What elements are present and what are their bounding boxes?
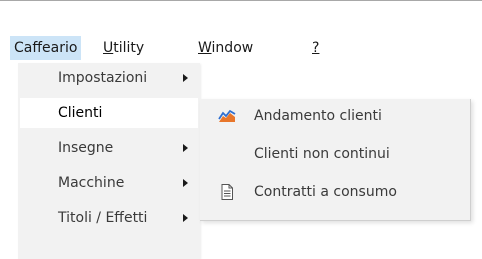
menu-window-label-rest: indow bbox=[211, 40, 254, 56]
document-icon bbox=[221, 184, 233, 200]
submenu-item-label: Contratti a consumo bbox=[254, 184, 397, 200]
submenu-item-label: Andamento clienti bbox=[254, 108, 382, 124]
dropdown-item-label: Insegne bbox=[58, 140, 114, 156]
clienti-submenu: Andamento clienti Clienti non continui C… bbox=[200, 99, 471, 221]
caffeario-dropdown-menu: Impostazioni Clienti Insegne Macchine Ti… bbox=[18, 63, 200, 259]
dropdown-item-macchine[interactable]: Macchine bbox=[20, 168, 198, 198]
dropdown-item-label: Titoli / Effetti bbox=[58, 210, 148, 226]
dropdown-item-clienti[interactable]: Clienti bbox=[20, 98, 198, 128]
dropdown-item-label: Impostazioni bbox=[58, 70, 148, 86]
dropdown-item-impostazioni[interactable]: Impostazioni bbox=[20, 63, 198, 93]
submenu-arrow-icon bbox=[183, 74, 188, 82]
submenu-item-label: Clienti non continui bbox=[254, 146, 390, 162]
menu-window-mnemonic: W bbox=[198, 40, 212, 56]
dropdown-item-insegne[interactable]: Insegne bbox=[20, 133, 198, 163]
submenu-arrow-icon bbox=[183, 144, 188, 152]
window-top-border bbox=[0, 0, 482, 1]
trend-chart-icon bbox=[218, 109, 236, 122]
menu-utility-label-rest: tility bbox=[113, 40, 145, 56]
menu-help-label: ? bbox=[312, 40, 320, 56]
dropdown-item-label: Macchine bbox=[58, 175, 125, 191]
menu-utility-mnemonic: U bbox=[103, 40, 114, 56]
dropdown-item-titoli-effetti[interactable]: Titoli / Effetti bbox=[20, 203, 198, 233]
menu-help[interactable]: ? bbox=[312, 36, 319, 60]
submenu-item-andamento-clienti[interactable]: Andamento clienti bbox=[200, 101, 470, 131]
submenu-item-clienti-non-continui[interactable]: Clienti non continui bbox=[200, 139, 470, 169]
menu-caffeario-label: Caffeario bbox=[14, 40, 78, 56]
submenu-arrow-icon bbox=[183, 179, 188, 187]
menu-utility[interactable]: Utility bbox=[103, 36, 144, 60]
dropdown-item-label: Clienti bbox=[58, 105, 103, 121]
submenu-arrow-icon bbox=[183, 214, 188, 222]
submenu-item-contratti-a-consumo[interactable]: Contratti a consumo bbox=[200, 177, 470, 207]
menu-window[interactable]: Window bbox=[198, 36, 253, 60]
menu-caffeario[interactable]: Caffeario bbox=[10, 36, 82, 60]
